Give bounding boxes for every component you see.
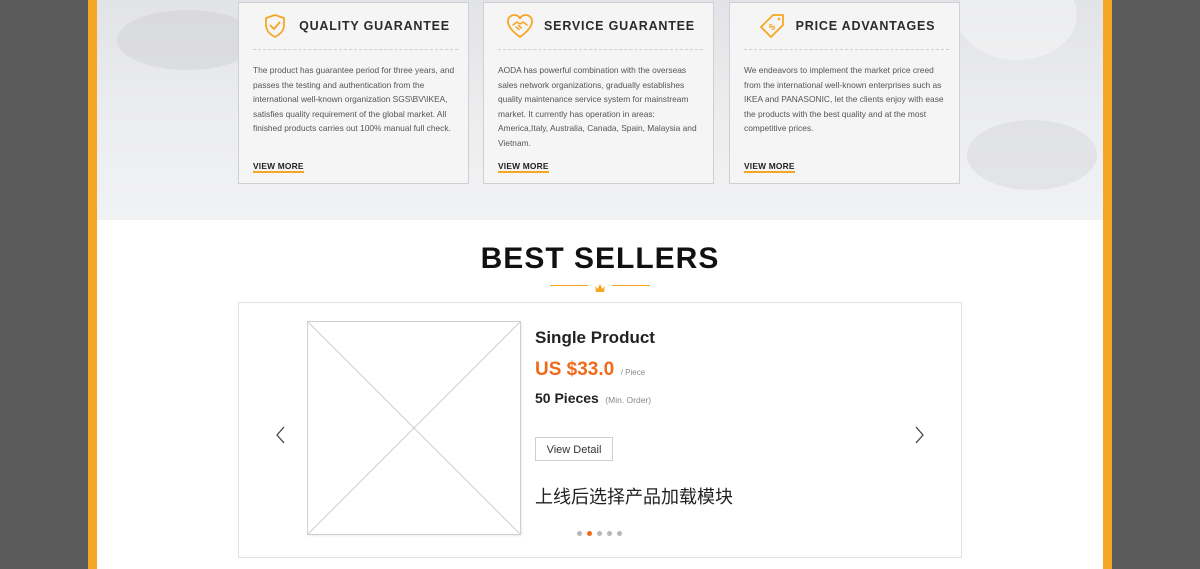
svg-text:$: $ [766,22,777,33]
view-detail-button[interactable]: View Detail [535,437,613,461]
card-description: We endeavors to implement the market pri… [744,65,944,134]
image-placeholder-icon[interactable] [307,321,521,535]
pagination-dot[interactable] [607,531,612,536]
carousel-pagination [577,531,622,536]
product-price: US $33.0 [535,359,615,380]
pagination-dot[interactable] [617,531,622,536]
chevron-right-icon[interactable] [911,423,927,447]
best-sellers-title: BEST SELLERS [480,242,720,275]
view-more-link[interactable]: VIEW MORE [744,161,795,173]
card-description: AODA has powerful combination with the o… [498,65,697,148]
chevron-left-icon[interactable] [273,423,289,447]
min-order-row: 50 Pieces (Min. Order) [535,390,651,408]
view-more-link[interactable]: VIEW MORE [498,161,549,173]
shield-check-icon [261,12,289,40]
product-name[interactable]: Single Product [535,328,655,348]
background-blur [117,10,257,70]
feature-card-service: SERVICE GUARANTEE AODA has powerful comb… [483,2,714,184]
pagination-dot[interactable] [597,531,602,536]
decoration-line [612,285,650,286]
min-order-note: (Min. Order) [605,395,652,405]
feature-card-quality: QUALITY GUARANTEE The product has guaran… [238,2,469,184]
module-note: 上线后选择产品加载模块 [535,487,733,508]
price-row: US $33.0 / Piece [535,359,645,381]
card-title: SERVICE GUARANTEE [544,19,695,33]
pagination-dot-active[interactable] [587,531,592,536]
card-header: SERVICE GUARANTEE [498,3,703,50]
card-title: PRICE ADVANTAGES [795,19,936,33]
handshake-heart-icon [506,12,534,40]
price-tag-dollar-icon: $ [758,12,786,40]
card-header: $ PRICE ADVANTAGES [744,3,949,50]
feature-card-price: $ PRICE ADVANTAGES We endeavors to imple… [729,2,960,184]
card-title: QUALITY GUARANTEE [299,19,450,33]
background-blur [967,120,1097,190]
pagination-dot[interactable] [577,531,582,536]
background-blur [957,0,1077,60]
page-canvas: QUALITY GUARANTEE The product has guaran… [97,0,1103,569]
price-unit: / Piece [620,368,646,377]
view-more-link[interactable]: VIEW MORE [253,161,304,173]
title-decoration [550,280,650,292]
crown-icon [594,280,606,298]
card-header: QUALITY GUARANTEE [253,3,458,50]
card-description: The product has guarantee period for thr… [253,65,455,134]
decoration-line [550,285,588,286]
min-order-quantity: 50 Pieces [535,390,599,406]
product-carousel: Single Product US $33.0 / Piece 50 Piece… [238,302,962,558]
features-section: QUALITY GUARANTEE The product has guaran… [97,0,1103,220]
